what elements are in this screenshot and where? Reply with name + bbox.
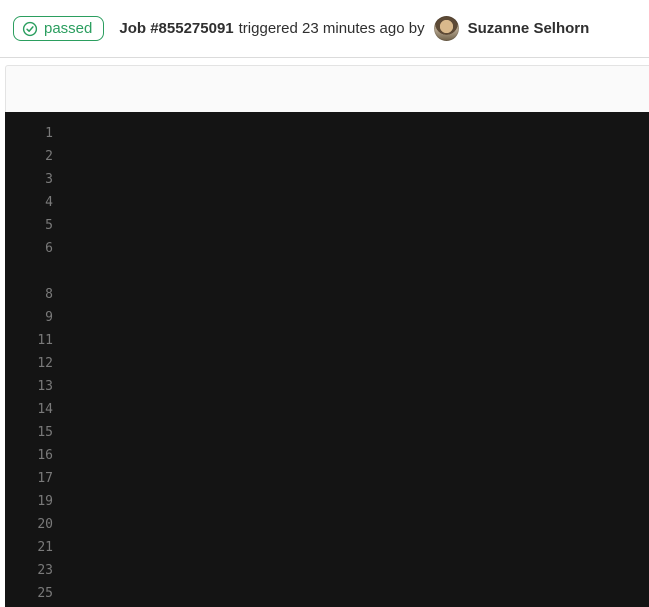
- log-line-number[interactable]: 17: [19, 467, 53, 490]
- log-line-number[interactable]: 13: [19, 375, 53, 398]
- log-line: 17 Skipping Git submodules setup: [5, 467, 649, 490]
- log-line-number[interactable]: 2: [19, 145, 53, 168]
- check-circle-icon: [22, 21, 38, 37]
- log-line: 3 Preparing the "docker+machine" executo…: [5, 168, 649, 191]
- log-line: ed62cd60e4fb5bf4132943d6fa2688 ...: [5, 260, 649, 283]
- job-id: Job #855275091: [119, 20, 233, 37]
- log-line: 5 Pulling docker image ruby:2.5 ...: [5, 214, 649, 237]
- log-line-number[interactable]: 4: [19, 191, 53, 214]
- log-line-number[interactable]: 15: [19, 421, 53, 444]
- job-page: passed Job #855275091 triggered 23 minut…: [0, 0, 649, 607]
- log-line-number[interactable]: 16: [19, 444, 53, 467]
- log-line: 6 Using docker image sha256:b7280b81558d…: [5, 237, 649, 260]
- log-line-number[interactable]: 25: [19, 582, 53, 605]
- job-header: passed Job #855275091 triggered 23 minut…: [0, 0, 649, 58]
- status-badge: passed: [13, 16, 104, 41]
- log-line-number[interactable]: 3: [19, 168, 53, 191]
- log-line-number[interactable]: 9: [19, 306, 53, 329]
- log-line-number[interactable]: 6: [19, 237, 53, 260]
- log-line-number[interactable]: 23: [19, 559, 53, 582]
- log-line-number[interactable]: 20: [19, 513, 53, 536]
- log-line: 11 Getting source from Git repository: [5, 329, 649, 352]
- log-line: 12 $ eval "$CI_PRE_CLONE_SCRIPT": [5, 352, 649, 375]
- job-info: Job #855275091 triggered 23 minutes ago …: [119, 16, 589, 41]
- log-line: 1 Running with gitlab-runner 13.6.0-rc1 …: [5, 122, 649, 145]
- log-line: 16 Checking out 7353da73 as master...: [5, 444, 649, 467]
- log-line: 20 $ echo "This job deploys something fr…: [5, 513, 649, 536]
- status-badge-label: passed: [44, 20, 92, 37]
- log-line: 21 This job deploys something from the m…: [5, 536, 649, 559]
- log-line: 19 Executing "step_script" stage of the …: [5, 490, 649, 513]
- log-line: 23 Cleaning up file based variables: [5, 559, 649, 582]
- log-line: 4 Using Docker executor with image ruby:…: [5, 191, 649, 214]
- log-line: 14 Initialized empty Git repository in /…: [5, 398, 649, 421]
- log-line: 2 on docker-auto-scale ed2dce3a: [5, 145, 649, 168]
- log-line-number[interactable]: 1: [19, 122, 53, 145]
- log-line-number[interactable]: 8: [19, 283, 53, 306]
- job-log: 1 Running with gitlab-runner 13.6.0-rc1 …: [5, 112, 649, 607]
- log-line: 13 Fetching changes with git depth set t…: [5, 375, 649, 398]
- log-line: 25 Job succeeded: [5, 582, 649, 605]
- log-line-number[interactable]: 12: [19, 352, 53, 375]
- user-name-link[interactable]: Suzanne Selhorn: [468, 20, 590, 37]
- log-line: 15 Created fresh repository.: [5, 421, 649, 444]
- avatar[interactable]: [434, 16, 459, 41]
- log-line: 8 Preparing environment: [5, 283, 649, 306]
- log-line-number[interactable]: 5: [19, 214, 53, 237]
- log-line-number[interactable]: 11: [19, 329, 53, 352]
- log-line-number[interactable]: 21: [19, 536, 53, 559]
- log-line-number[interactable]: 19: [19, 490, 53, 513]
- job-triggered-text: triggered 23 minutes ago by: [239, 20, 425, 37]
- log-controls-bar: [5, 65, 649, 112]
- log-line-number[interactable]: 14: [19, 398, 53, 421]
- log-line: 9 Running on runner-ed2dce3a-project-163…: [5, 306, 649, 329]
- job-log-panel: 1 Running with gitlab-runner 13.6.0-rc1 …: [5, 65, 649, 607]
